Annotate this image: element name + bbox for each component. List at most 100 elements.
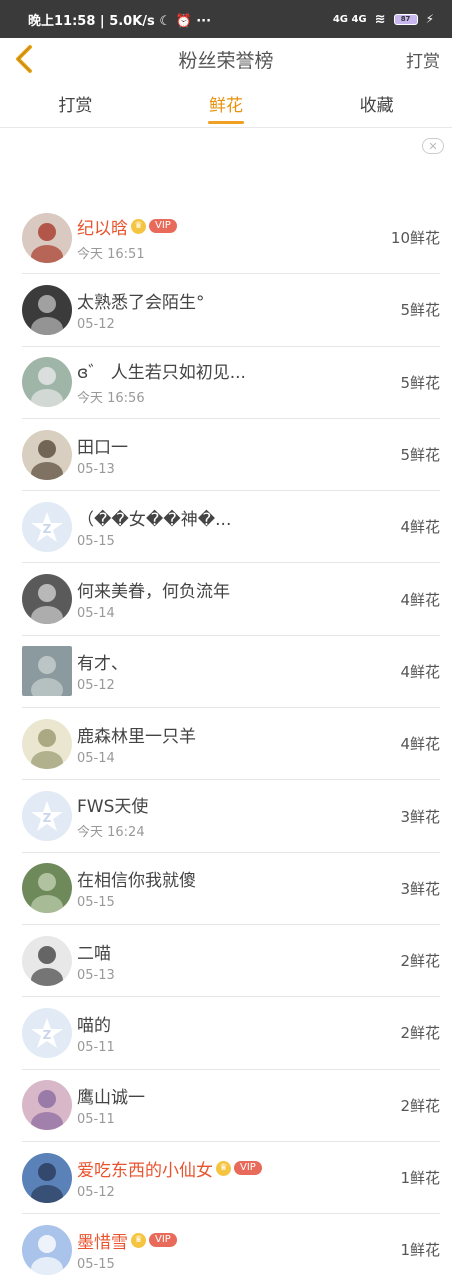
fan-name-line: ɞ゛ 人生若只如初见... xyxy=(77,358,400,383)
vip-badge: VIP xyxy=(149,219,177,234)
chevron-left-icon xyxy=(16,45,32,73)
default-avatar-icon[interactable]: Z xyxy=(22,501,72,552)
avatar[interactable] xyxy=(22,574,72,625)
flower-count: 2鲜花 xyxy=(400,1024,440,1043)
avatar[interactable] xyxy=(22,718,72,769)
fan-info: 墨惜雪 ♛ VIP 05-15 xyxy=(77,1228,400,1272)
tab-favorites[interactable]: 收藏 xyxy=(301,80,452,127)
fan-row[interactable]: Z （��女��神�... 05-15 4鲜花 xyxy=(22,491,440,564)
battery-icon: 87 xyxy=(393,13,418,25)
back-button[interactable] xyxy=(10,43,38,75)
crown-icon: ♛ xyxy=(131,218,146,234)
close-ad-button[interactable]: ✕ xyxy=(422,138,444,154)
fan-time: 05-12 xyxy=(77,678,115,694)
fan-info: 有才、 05-12 xyxy=(77,649,400,693)
fan-name: 喵的 xyxy=(77,1015,111,1036)
avatar[interactable] xyxy=(22,1152,72,1203)
flower-count: 4鲜花 xyxy=(400,662,440,681)
fan-row[interactable]: 田口一 05-13 5鲜花 xyxy=(22,419,440,492)
tab-bar: 打赏 鲜花 收藏 xyxy=(0,80,452,128)
flower-count: 5鲜花 xyxy=(400,301,440,320)
fan-row[interactable]: ɞ゛ 人生若只如初见... 今天 16:56 5鲜花 xyxy=(22,347,440,419)
signal-icon: 4G 4G xyxy=(332,13,367,25)
fan-info: 爱吃东西的小仙女 ♛ VIP 05-12 xyxy=(77,1156,400,1200)
fan-name: （��女��神�... xyxy=(77,509,232,530)
fan-name-line: 纪以晗 ♛ VIP xyxy=(77,214,391,239)
network-speed: 5.0K/s xyxy=(109,13,155,29)
tab-reward[interactable]: 打赏 xyxy=(0,80,151,127)
fan-name-line: 田口一 xyxy=(77,433,400,458)
avatar[interactable] xyxy=(22,1080,72,1131)
vip-badge: VIP xyxy=(149,1233,177,1248)
fan-row[interactable]: 何来美眷，何负流年 05-14 4鲜花 xyxy=(22,563,440,636)
wifi-icon: ≋ xyxy=(374,11,386,27)
tab-label: 收藏 xyxy=(359,96,394,116)
fan-time: 今天 16:24 xyxy=(77,825,145,841)
fan-info: 喵的 05-11 xyxy=(77,1011,400,1055)
avatar[interactable] xyxy=(22,863,72,914)
fan-time: 05-15 xyxy=(77,895,115,911)
fan-name-line: 喵的 xyxy=(77,1011,400,1036)
fan-row[interactable]: 纪以晗 ♛ VIP 今天 16:51 10鲜花 xyxy=(22,202,440,275)
avatar[interactable] xyxy=(22,357,72,408)
fan-row[interactable]: Z 喵的 05-11 2鲜花 xyxy=(22,997,440,1070)
fan-row[interactable]: 在相信你我就傻 05-15 3鲜花 xyxy=(22,853,440,925)
fan-name: 鹰山诚一 xyxy=(77,1088,145,1109)
fan-name-line: 二喵 xyxy=(77,939,400,964)
fan-time: 05-13 xyxy=(77,967,115,983)
fan-time: 05-15 xyxy=(77,533,115,549)
fan-name: 墨惜雪 xyxy=(77,1232,128,1253)
fan-row[interactable]: 太熟悉了会陌生° 05-12 5鲜花 xyxy=(22,274,440,347)
default-avatar-icon[interactable]: Z xyxy=(22,791,72,842)
flower-count: 3鲜花 xyxy=(400,879,440,898)
fan-info: 纪以晗 ♛ VIP 今天 16:51 xyxy=(77,214,391,262)
crown-icon: ♛ xyxy=(131,1232,146,1248)
fan-name: 何来美眷，何负流年 xyxy=(77,582,230,603)
fan-row[interactable]: 鹰山诚一 05-11 2鲜花 xyxy=(22,1070,440,1142)
moon-icon: ☾ xyxy=(159,13,176,29)
flower-count: 4鲜花 xyxy=(400,590,440,609)
flower-count: 4鲜花 xyxy=(400,518,440,537)
fan-name-line: 在相信你我就傻 xyxy=(77,866,400,891)
fan-row[interactable]: 爱吃东西的小仙女 ♛ VIP 05-12 1鲜花 xyxy=(22,1142,440,1215)
avatar[interactable] xyxy=(22,646,72,697)
fan-list: 纪以晗 ♛ VIP 今天 16:51 10鲜花 太熟悉了会陌生° 05-12 5鲜花 ɞ゛ 人生… xyxy=(0,202,452,1280)
more-icon: ··· xyxy=(196,13,212,29)
fan-time: 05-11 xyxy=(77,1039,115,1055)
avatar[interactable] xyxy=(22,935,72,986)
fan-name-line: 鹰山诚一 xyxy=(77,1083,400,1108)
fan-row[interactable]: 鹿森林里一只羊 05-14 4鲜花 xyxy=(22,708,440,781)
avatar[interactable] xyxy=(22,429,72,480)
fan-time: 05-11 xyxy=(77,1112,115,1128)
tab-flowers[interactable]: 鲜花 xyxy=(151,80,302,127)
fan-row[interactable]: Z FWS天使 今天 16:24 3鲜花 xyxy=(22,780,440,853)
fan-info: 二喵 05-13 xyxy=(77,939,400,983)
fan-row[interactable]: 有才、 05-12 4鲜花 xyxy=(22,636,440,709)
fan-time: 05-15 xyxy=(77,1256,115,1272)
status-right: 4G 4G ≋ 87 ⚡ xyxy=(333,12,434,27)
fan-info: 鹰山诚一 05-11 xyxy=(77,1083,400,1127)
fan-name: 在相信你我就傻 xyxy=(77,871,196,892)
tab-label: 打赏 xyxy=(58,96,93,116)
fan-name: FWS天使 xyxy=(77,797,149,818)
flower-count: 2鲜花 xyxy=(400,952,440,971)
default-avatar-icon[interactable]: Z xyxy=(22,1007,72,1058)
fan-name-line: 爱吃东西的小仙女 ♛ VIP xyxy=(77,1156,400,1181)
fan-name-line: 鹿森林里一只羊 xyxy=(77,722,400,747)
fan-row[interactable]: 墨惜雪 ♛ VIP 05-15 1鲜花 xyxy=(22,1214,440,1280)
fan-name: 田口一 xyxy=(77,437,128,458)
fan-name: 太熟悉了会陌生° xyxy=(77,292,205,313)
fan-row[interactable]: 二喵 05-13 2鲜花 xyxy=(22,925,440,998)
fan-time: 05-13 xyxy=(77,461,115,477)
svg-text:Z: Z xyxy=(43,522,52,536)
fan-info: 田口一 05-13 xyxy=(77,433,400,477)
status-left: 晚上11:58 | 5.0K/s ☾ ⏰ ··· xyxy=(28,13,212,29)
avatar[interactable] xyxy=(22,1224,72,1275)
avatar[interactable] xyxy=(22,212,72,263)
fan-info: 鹿森林里一只羊 05-14 xyxy=(77,722,400,766)
reward-button[interactable]: 打赏 xyxy=(406,47,440,72)
fan-info: FWS天使今天 16:24 xyxy=(77,792,400,840)
fan-info: ɞ゛ 人生若只如初见... 今天 16:56 xyxy=(77,358,400,406)
avatar[interactable] xyxy=(22,284,72,335)
fan-name-line: FWS天使 xyxy=(77,792,400,817)
